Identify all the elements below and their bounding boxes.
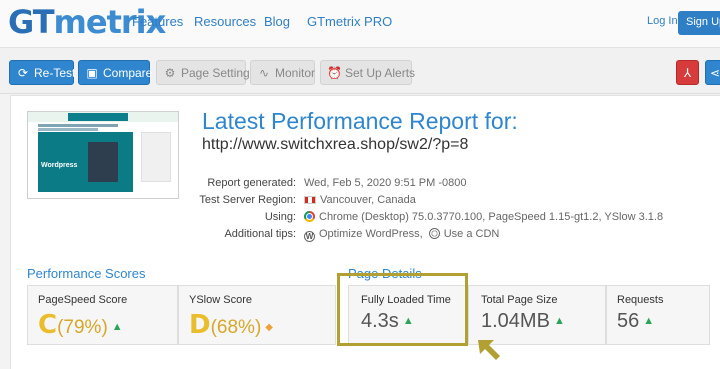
additional-tips-value: W Optimize WordPress, Use a CDN [304,228,499,242]
using-label: Using: [264,211,296,223]
page-settings-label: Page Settings [181,66,256,80]
pagespeed-score-label: PageSpeed Score [38,294,128,306]
nav-gtmetrix-pro[interactable]: GTmetrix PRO [307,14,392,29]
diamond-icon: ◆ [265,322,273,333]
share-icon: ⋖ [709,66,720,80]
compare-icon: ▣ [86,66,98,80]
thumb-hero-text: Wordpress [41,162,78,169]
up-arrow-icon: ▲ [553,315,565,327]
using-value: Chrome (Desktop) 75.0.3770.100, PageSpee… [319,211,664,223]
cdn-icon [428,228,440,239]
thumb-sidebar [141,132,171,182]
setup-alerts-button[interactable]: ⏰ Set Up Alerts [320,60,416,85]
retest-button[interactable]: ⟳ Re-Test [9,60,76,85]
optimize-wordpress-link[interactable]: Optimize WordPress, [319,228,423,240]
total-page-size-label: Total Page Size [481,294,558,306]
report-generated-value: Wed, Feb 5, 2020 9:51 PM -0800 [304,177,467,189]
pagespeed-score-value: C(79%) ▲ [38,310,123,340]
total-page-size-value-wrap: 1.04MB ▲ [481,310,565,333]
canada-flag-icon [304,196,316,204]
additional-tips-label: Additional tips: [224,228,296,240]
yslow-grade: D [189,310,211,340]
report-toolbar: ⟳ Re-Test ▣ Compare ⚙ Page Settings ∿ Monito… [0,48,720,94]
share-button[interactable]: ⋖ [705,60,720,85]
pagespeed-score-box[interactable]: PageSpeed Score C(79%) ▲ [27,285,178,345]
top-nav: GTmetrix Features Resources Blog GTmetri… [0,0,720,48]
requests-value: 56 [617,310,640,332]
monitor-label: Monitor [275,66,316,80]
total-page-size-value: 1.04MB [481,310,550,332]
server-region-value-wrap: Vancouver, Canada [304,194,416,206]
pagespeed-pct: (79%) [57,317,108,338]
requests-box[interactable]: Requests 56 ▲ [606,285,710,345]
nav-resources[interactable]: Resources [194,14,256,29]
thumb-text-line [38,124,118,127]
annotation-arrow-icon [478,340,500,360]
up-arrow-icon: ▲ [643,315,655,327]
compare-label: Compare [103,66,153,80]
yslow-score-value: D(68%) ◆ [189,310,273,340]
server-region-label: Test Server Region: [199,194,296,206]
compare-button[interactable]: ▣ Compare [78,60,153,85]
login-link[interactable]: Log In [647,15,678,27]
report-url: http://www.switchxrea.shop/sw2/?p=8 [202,136,469,153]
refresh-icon: ⟳ [17,66,29,80]
pdf-button[interactable]: ⅄ [676,60,699,85]
requests-value-wrap: 56 ▲ [617,310,654,333]
gear-icon: ⚙ [164,66,176,80]
thumb-server-graphic [88,142,118,182]
page-settings-button[interactable]: ⚙ Page Settings [156,60,256,85]
pulse-icon: ∿ [258,66,270,80]
setup-alerts-label: Set Up Alerts [345,66,416,80]
report-title: Latest Performance Report for: [202,108,518,134]
wordpress-icon: W [304,231,315,242]
chrome-icon [304,211,315,222]
retest-label: Re-Test [34,66,76,80]
alarm-icon: ⏰ [327,66,342,80]
pdf-icon: ⅄ [683,66,692,80]
yslow-score-box[interactable]: YSlow Score D(68%) ◆ [178,285,336,345]
annotation-arrow-shape [478,340,500,360]
thumb-banner [68,113,128,121]
yslow-score-label: YSlow Score [189,294,252,306]
pagespeed-grade: C [38,310,58,340]
yslow-pct: (68%) [210,317,262,338]
using-value-wrap: Chrome (Desktop) 75.0.3770.100, PageSpee… [304,211,663,223]
report-generated-label: Report generated: [207,177,296,189]
use-cdn-link[interactable]: Use a CDN [444,228,500,240]
server-region-value: Vancouver, Canada [320,194,416,206]
requests-label: Requests [617,294,664,306]
up-arrow-icon: ▲ [111,321,123,333]
nav-features[interactable]: Features [132,14,183,29]
fully-loaded-highlight-box [337,273,468,346]
logo-gt: GT [8,3,55,41]
signup-button[interactable]: Sign Up [678,11,720,35]
nav-blog[interactable]: Blog [264,14,290,29]
performance-scores-heading: Performance Scores [27,266,146,281]
thumb-text-line [38,128,98,131]
monitor-button[interactable]: ∿ Monitor [250,60,315,85]
